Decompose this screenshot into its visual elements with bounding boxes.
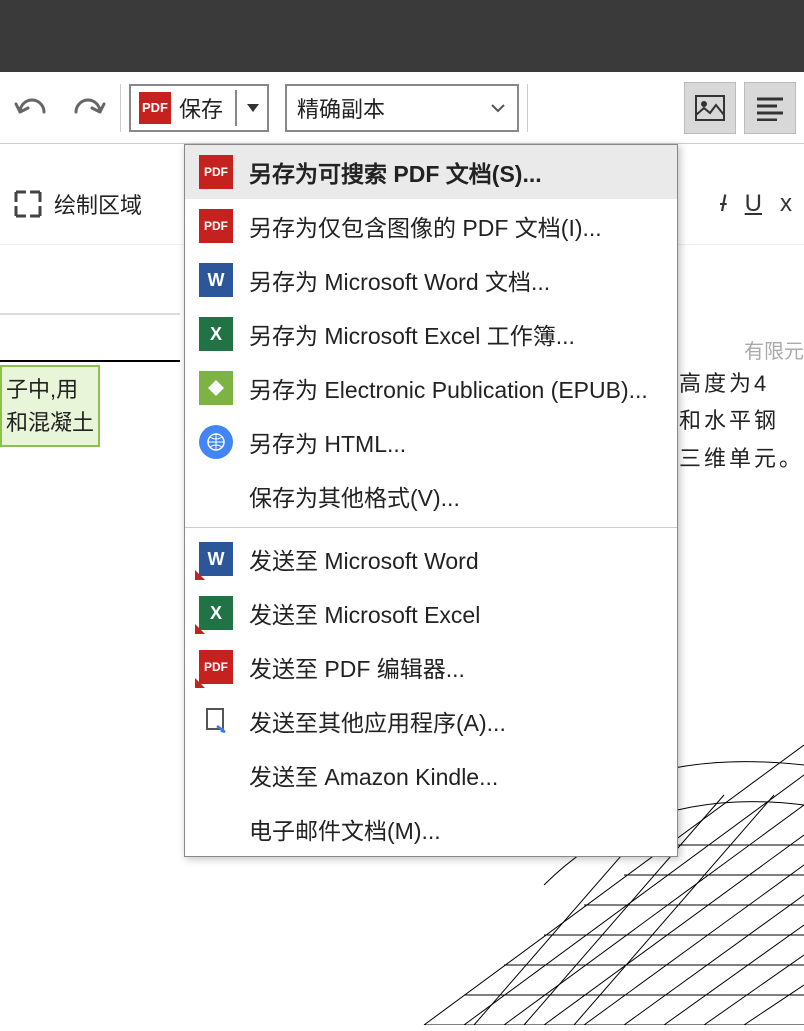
rule-line (0, 313, 180, 315)
main-toolbar: PDF 保存 精确副本 (0, 72, 804, 144)
undo-button[interactable] (8, 84, 56, 132)
save-split-button[interactable]: PDF 保存 (129, 84, 269, 132)
menu-item-label: 另存为 HTML... (249, 425, 406, 459)
menu-item-label: 电子邮件文档(M)... (249, 812, 441, 846)
menu-item-label: 另存为可搜索 PDF 文档(S)... (249, 155, 542, 189)
excel-icon: X (199, 317, 233, 351)
save-dropdown-toggle[interactable] (235, 90, 259, 126)
menu-item[interactable]: 另存为 Electronic Publication (EPUB)... (185, 361, 677, 415)
align-icon (755, 95, 785, 121)
note-text: 和混凝土 (6, 406, 94, 439)
strikethrough-button[interactable]: x (780, 190, 792, 218)
draw-area-tool[interactable]: 绘制区域 (12, 188, 142, 220)
send-to-app-icon (199, 704, 233, 738)
menu-item-label: 发送至 Amazon Kindle... (249, 758, 498, 792)
epub-icon (199, 371, 233, 405)
menu-item[interactable]: X 另存为 Microsoft Excel 工作簿... (185, 307, 677, 361)
menu-item[interactable]: 电子邮件文档(M)... (185, 802, 677, 856)
menu-item[interactable]: X发送至 Microsoft Excel (185, 586, 677, 640)
menu-item-label: 另存为 Microsoft Excel 工作簿... (249, 317, 575, 351)
pdf-icon: PDF (199, 209, 233, 243)
menu-item[interactable]: W 另存为 Microsoft Word 文档... (185, 253, 677, 307)
menu-item[interactable]: 保存为其他格式(V)... (185, 469, 677, 523)
pdf-icon: PDF (139, 92, 171, 124)
title-bar (0, 0, 804, 72)
send-arrow-icon (195, 570, 205, 580)
rule-line (0, 360, 180, 362)
underline-button[interactable]: U (745, 190, 762, 218)
italic-button[interactable]: I (720, 190, 727, 218)
send-arrow-icon (195, 624, 205, 634)
menu-item-label: 发送至 Microsoft Excel (249, 596, 480, 630)
toolbar-divider (527, 84, 528, 132)
text-align-button[interactable] (744, 82, 796, 134)
menu-item[interactable]: PDF 另存为仅包含图像的 PDF 文档(I)... (185, 199, 677, 253)
menu-item[interactable]: 另存为 HTML... (185, 415, 677, 469)
save-dropdown-menu: PDF 另存为可搜索 PDF 文档(S)... PDF 另存为仅包含图像的 PDF 文… (184, 144, 678, 857)
chevron-down-icon (247, 104, 259, 112)
format-selected-value: 精确副本 (297, 92, 385, 124)
note-text: 子中,用 (6, 373, 94, 406)
word-icon: W (199, 263, 233, 297)
send-arrow-icon (195, 678, 205, 688)
menu-item[interactable]: PDF发送至 PDF 编辑器... (185, 640, 677, 694)
menu-item-label: 发送至 Microsoft Word (249, 542, 479, 576)
image-icon (695, 95, 725, 121)
annotation-note[interactable]: 子中,用 和混凝土 (0, 365, 100, 447)
watermark-text: 有限元 (744, 335, 804, 364)
menu-item-label: 发送至 PDF 编辑器... (249, 650, 465, 684)
draw-area-icon (12, 188, 44, 220)
save-label: 保存 (179, 92, 223, 124)
html-icon (199, 425, 233, 459)
menu-item-label: 发送至其他应用程序(A)... (249, 704, 506, 738)
menu-item-label: 保存为其他格式(V)... (249, 479, 460, 513)
pdf-icon: PDF (199, 155, 233, 189)
menu-item-label: 另存为仅包含图像的 PDF 文档(I)... (249, 209, 602, 243)
menu-item[interactable]: 发送至其他应用程序(A)... (185, 694, 677, 748)
toolbar-divider (120, 84, 121, 132)
menu-item[interactable]: 发送至 Amazon Kindle... (185, 748, 677, 802)
format-select[interactable]: 精确副本 (285, 84, 519, 132)
redo-button[interactable] (64, 84, 112, 132)
chevron-down-icon (489, 99, 507, 117)
draw-area-label: 绘制区域 (54, 188, 142, 220)
menu-item-label: 另存为 Electronic Publication (EPUB)... (249, 371, 648, 405)
menu-item[interactable]: W发送至 Microsoft Word (185, 532, 677, 586)
menu-item-label: 另存为 Microsoft Word 文档... (249, 263, 550, 297)
image-mode-button[interactable] (684, 82, 736, 134)
menu-item[interactable]: PDF 另存为可搜索 PDF 文档(S)... (185, 145, 677, 199)
menu-divider (185, 527, 677, 528)
